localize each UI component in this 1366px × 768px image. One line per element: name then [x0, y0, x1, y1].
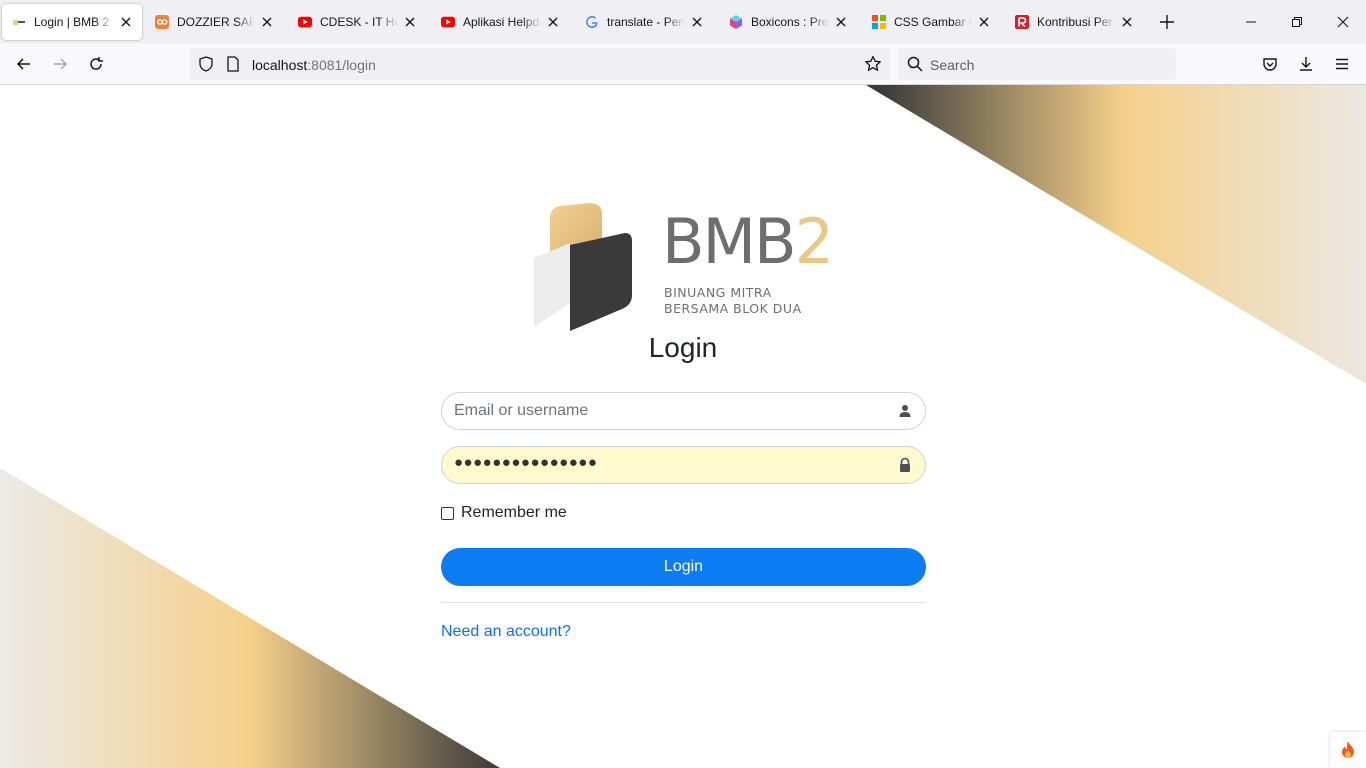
shield-icon[interactable] [198, 56, 214, 77]
tab-aplikasi-helpdesk[interactable]: Aplikasi Helpdesk [431, 4, 569, 40]
tab-title: Kontribusi Perad [1037, 15, 1115, 29]
tab-title: CSS Gambar Opa [894, 15, 972, 29]
tab-title: Boxicons : Premi [751, 15, 829, 29]
tab-strip: Login | BMB 2 DOZZIER SAR Log CDESK - IT… [0, 0, 1366, 44]
tab-title: translate - Penel [607, 15, 685, 29]
navigation-toolbar: localhost:8081/login Search [0, 44, 1366, 85]
register-link[interactable]: Need an account? [441, 623, 571, 641]
url-path: :8081/login [307, 57, 376, 73]
flame-icon[interactable] [1330, 732, 1366, 768]
close-tab-icon[interactable] [833, 14, 849, 30]
url-host: localhost [252, 57, 308, 73]
menu-hamburger-icon[interactable] [1332, 54, 1352, 74]
minimize-icon[interactable] [1241, 12, 1261, 32]
tab-css-gambar[interactable]: CSS Gambar Opa [862, 4, 1000, 40]
username-input[interactable] [454, 393, 884, 429]
tab-title: CDESK - IT Help [320, 15, 398, 29]
tab-boxicons[interactable]: Boxicons : Premi [719, 4, 857, 40]
divider [441, 602, 926, 603]
close-tab-icon[interactable] [1119, 14, 1135, 30]
logo-word-number: 2 [794, 205, 834, 278]
tab-title: Login | BMB 2 [34, 15, 110, 29]
login-page: BMB2 BINUANG MITRA BERSAMA BLOK DUA Logi… [0, 85, 1366, 768]
pocket-icon[interactable] [1260, 54, 1280, 74]
close-tab-icon[interactable] [118, 14, 134, 30]
w3-favicon-icon [872, 15, 886, 29]
lock-icon [897, 457, 913, 473]
reload-icon[interactable] [86, 54, 106, 74]
logo-wordmark: BMB2 [662, 211, 834, 273]
search-placeholder: Search [930, 57, 975, 73]
youtube-icon [298, 15, 312, 29]
close-tab-icon[interactable] [402, 14, 418, 30]
logo-subtitle-line2: BERSAMA BLOK DUA [664, 301, 802, 316]
password-field[interactable]: ●●●●●●●●●●●●●●● [441, 446, 926, 484]
bookmark-star-icon[interactable] [864, 55, 882, 78]
logo-subtitle-line1: BINUANG MITRA [664, 285, 772, 300]
r-favicon-icon [1015, 15, 1029, 29]
bottom-left-triangle [0, 468, 500, 768]
close-tab-icon[interactable] [259, 14, 275, 30]
tab-title: DOZZIER SAR Log [177, 15, 255, 29]
remember-label[interactable]: Remember me [461, 504, 567, 522]
tab-kontribusi[interactable]: Kontribusi Perad [1005, 4, 1143, 40]
dozzle-favicon-icon [155, 15, 169, 29]
new-tab-icon[interactable] [1157, 12, 1177, 32]
login-button[interactable]: Login [441, 548, 926, 586]
close-tab-icon[interactable] [976, 14, 992, 30]
close-tab-icon[interactable] [545, 14, 561, 30]
search-input[interactable]: Search [898, 48, 1176, 80]
page-title: Login [648, 332, 718, 363]
username-field[interactable] [441, 392, 926, 430]
tab-title: Aplikasi Helpdesk [463, 15, 541, 29]
url-text: localhost:8081/login [252, 57, 376, 73]
close-tab-icon[interactable] [689, 14, 705, 30]
forward-arrow-icon[interactable] [50, 54, 70, 74]
restore-icon[interactable] [1287, 12, 1307, 32]
search-icon [907, 56, 923, 77]
window-close-icon[interactable] [1333, 12, 1353, 32]
remember-checkbox[interactable] [441, 506, 454, 520]
tab-translate[interactable]: translate - Penel [575, 4, 713, 40]
tab-dozzier[interactable]: DOZZIER SAR Log [145, 4, 283, 40]
tab-login-bmb2[interactable]: Login | BMB 2 [2, 4, 142, 40]
page-icon[interactable] [226, 56, 240, 77]
password-input[interactable]: ●●●●●●●●●●●●●●● [454, 454, 597, 471]
bmb-favicon-icon [12, 15, 26, 29]
back-arrow-icon[interactable] [14, 54, 34, 74]
user-icon [897, 403, 913, 419]
google-icon [585, 15, 599, 29]
downloads-icon[interactable] [1296, 54, 1316, 74]
boxicons-favicon-icon [729, 15, 743, 29]
tab-cdesk[interactable]: CDESK - IT Help [288, 4, 426, 40]
youtube-icon [441, 15, 455, 29]
logo-word-main: BMB [662, 205, 797, 278]
address-bar[interactable]: localhost:8081/login [190, 48, 890, 80]
remember-me[interactable]: Remember me [441, 504, 567, 522]
